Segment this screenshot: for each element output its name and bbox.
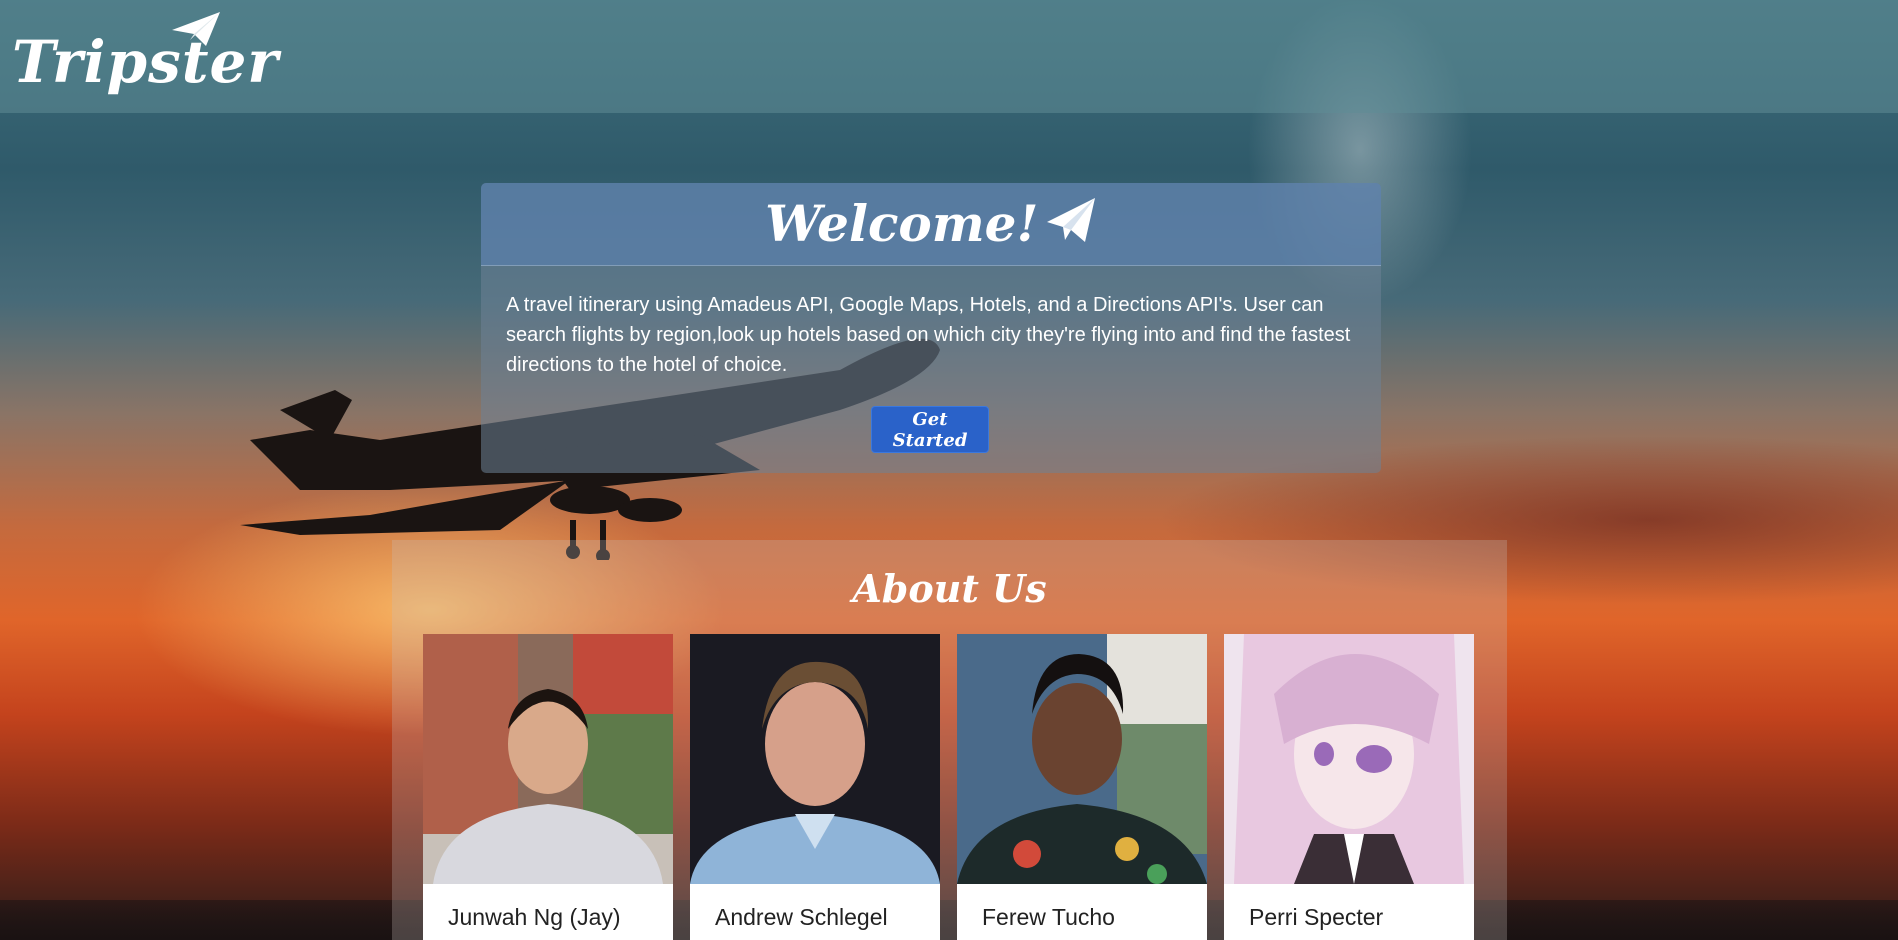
top-navbar: Tripster [0, 0, 1898, 113]
member-photo [1224, 634, 1474, 884]
welcome-description: A travel itinerary using Amadeus API, Go… [506, 294, 1351, 376]
welcome-card: Welcome! A travel itinerary using Amadeu… [481, 183, 1381, 473]
brand-name: Tripster [12, 28, 279, 96]
member-name: Ferew Tucho [982, 904, 1115, 930]
paper-plane-icon [1046, 198, 1095, 242]
team-member-card: Andrew Schlegel [690, 634, 940, 940]
get-started-button[interactable]: Get Started [871, 406, 989, 453]
team-member-card: Junwah Ng (Jay) [423, 634, 673, 940]
welcome-header: Welcome! [481, 183, 1381, 266]
member-name: Andrew Schlegel [715, 904, 888, 930]
about-us-section: About Us Junwah Ng (Jay) Andrew Schlegel [392, 540, 1507, 940]
paper-plane-icon [172, 12, 220, 46]
member-name: Junwah Ng (Jay) [448, 904, 621, 930]
member-photo [957, 634, 1207, 884]
member-photo [423, 634, 673, 884]
team-member-card: Ferew Tucho [957, 634, 1207, 940]
welcome-title: Welcome! [765, 194, 1039, 253]
brand-logo-link[interactable]: Tripster [12, 10, 278, 105]
about-us-title: About Us [852, 566, 1047, 611]
member-photo [690, 634, 940, 884]
member-name: Perri Specter [1249, 904, 1384, 930]
team-member-card: Perri Specter [1224, 634, 1474, 940]
